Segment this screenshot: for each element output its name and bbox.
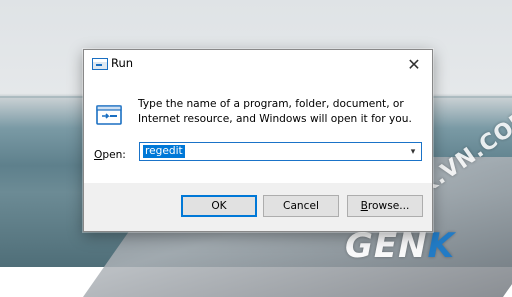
cancel-button[interactable]: Cancel [263, 195, 339, 217]
open-combobox[interactable]: regedit ▾ [139, 142, 422, 161]
open-input-value[interactable]: regedit [143, 145, 185, 158]
browse-mnemonic: B [360, 200, 368, 212]
dialog-title: Run [111, 56, 134, 70]
watermark-logo-text: GEN [345, 226, 428, 266]
title-bar[interactable]: Run ✕ [84, 50, 432, 78]
description-text: Type the name of a program, folder, docu… [138, 98, 412, 125]
close-button[interactable]: ✕ [396, 50, 432, 78]
run-dialog: Run ✕ Type the name of a program, folder… [83, 49, 433, 232]
open-label: Open: [94, 149, 126, 161]
run-icon [96, 105, 122, 125]
close-icon: ✕ [407, 54, 421, 74]
open-label-rest: pen: [102, 149, 126, 161]
ok-button[interactable]: OK [181, 195, 257, 217]
watermark-logo-accent: K [427, 226, 455, 266]
browse-label-rest: rowse... [367, 200, 410, 212]
button-bar: OK Cancel Browse... [84, 183, 432, 231]
dialog-content: Type the name of a program, folder, docu… [84, 78, 432, 183]
run-icon [92, 58, 108, 70]
watermark-logo: GENK [345, 226, 455, 266]
chevron-down-icon[interactable]: ▾ [406, 143, 420, 160]
browse-button[interactable]: Browse... [347, 195, 423, 217]
